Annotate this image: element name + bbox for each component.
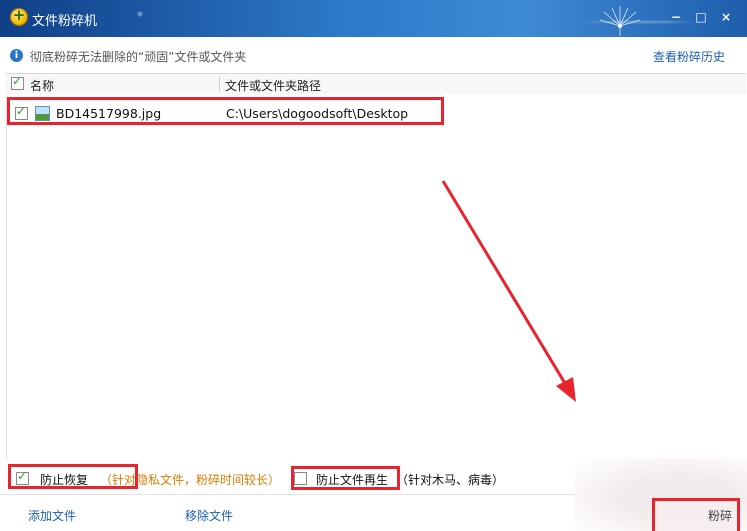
view-shred-history-link[interactable]: 查看粉碎历史 bbox=[653, 48, 725, 65]
info-icon: i bbox=[10, 49, 23, 62]
remove-file-link[interactable]: 移除文件 bbox=[185, 507, 233, 524]
shred-button[interactable]: 粉碎 bbox=[652, 498, 740, 531]
add-file-link[interactable]: 添加文件 bbox=[28, 507, 76, 524]
info-message: 彻底粉碎无法删除的“顽固”文件或文件夹 bbox=[30, 50, 247, 64]
minimize-button[interactable]: − bbox=[667, 8, 685, 26]
shred-button-label: 粉碎 bbox=[708, 509, 733, 523]
column-divider[interactable] bbox=[219, 76, 220, 92]
annotation-highlight-prevent-recovery bbox=[8, 464, 138, 489]
file-list[interactable]: BD14517998.jpg C:\Users\dogoodsoft\Deskt… bbox=[6, 94, 747, 461]
dandelion-decoration-icon bbox=[599, 6, 641, 36]
prevent-regeneration-hint: （针对木马、病毒） bbox=[396, 473, 505, 487]
shredder-app-icon bbox=[10, 6, 28, 26]
annotation-highlight-file-row bbox=[7, 97, 444, 125]
info-bar: i 彻底粉碎无法删除的“顽固”文件或文件夹 查看粉碎历史 bbox=[0, 37, 747, 71]
column-header-name[interactable]: 名称 bbox=[30, 77, 54, 94]
file-list-header: 名称 文件或文件夹路径 bbox=[6, 73, 746, 95]
column-header-path[interactable]: 文件或文件夹路径 bbox=[225, 77, 321, 94]
maximize-button[interactable]: □ bbox=[692, 8, 710, 26]
window-title: 文件粉碎机 bbox=[32, 14, 98, 29]
title-bar: 文件粉碎机 − □ × bbox=[0, 0, 747, 37]
select-all-checkbox[interactable] bbox=[11, 74, 24, 90]
annotation-highlight-prevent-regeneration bbox=[291, 466, 400, 490]
close-button[interactable]: × bbox=[717, 8, 735, 26]
